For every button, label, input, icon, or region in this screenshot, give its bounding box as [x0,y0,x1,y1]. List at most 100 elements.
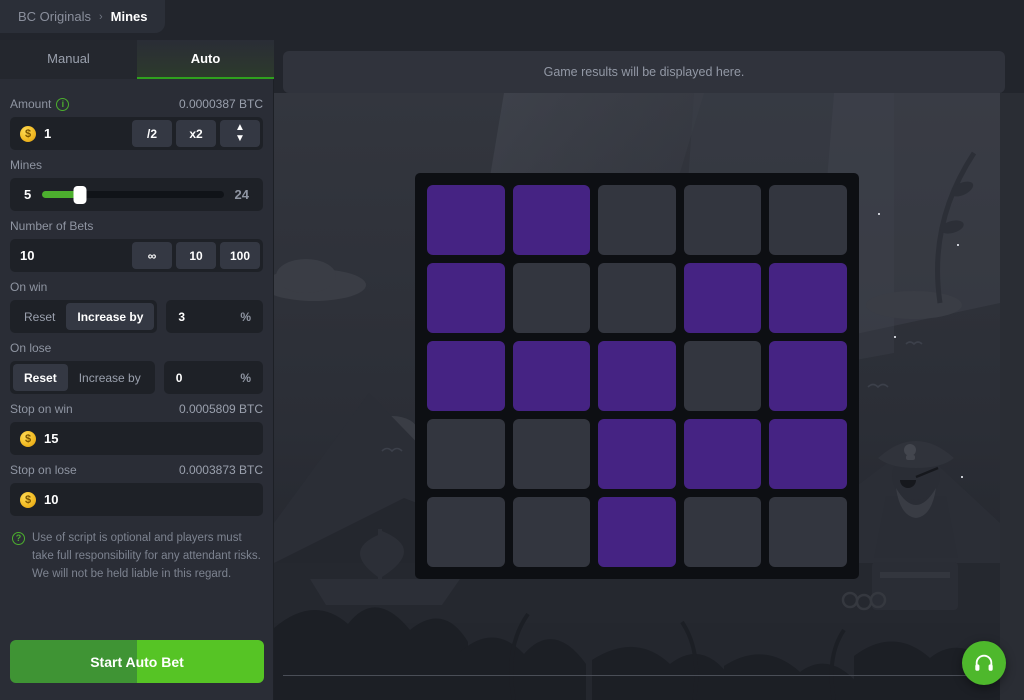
stop-on-lose-header: Stop on lose 0.0003873 BTC [10,463,263,477]
mines-header: Mines [10,158,263,172]
mines-slider-thumb[interactable] [74,186,87,204]
start-auto-bet-button[interactable]: Start Auto Bet [10,640,264,683]
tab-manual[interactable]: Manual [0,40,137,79]
on-lose-reset-option[interactable]: Reset [13,364,68,391]
on-lose-increase-option[interactable]: Increase by [68,364,152,391]
mines-cell-r3-c1[interactable] [427,341,505,411]
tab-auto[interactable]: Auto [137,40,274,79]
mines-cell-r5-c4[interactable] [684,497,762,567]
support-chat-button[interactable] [962,641,1006,685]
mines-cell-r5-c1[interactable] [427,497,505,567]
stop-on-lose-label: Stop on lose [10,463,77,477]
on-lose-percent-field[interactable]: 0 % [164,361,263,394]
amount-fiat-value: 0.0000387 BTC [179,97,263,111]
on-win-header: On win [10,280,263,294]
script-notice: ? Use of script is optional and players … [12,530,261,583]
mines-current-value: 5 [24,187,31,202]
on-win-percent-field[interactable]: 3 % [166,300,263,333]
mines-cell-r1-c5[interactable] [769,185,847,255]
scene-right-strip [1000,93,1024,700]
on-win-percent-value: 3 [178,310,185,324]
mines-cell-r5-c3[interactable] [598,497,676,567]
coin-icon: $ [20,492,36,508]
number-of-bets-label: Number of Bets [10,219,93,233]
on-win-options: Reset Increase by [10,300,157,333]
breadcrumb-bar: BC Originals › Mines [0,0,1024,40]
on-lose-options: Reset Increase by [10,361,155,394]
amount-header: Amount i 0.0000387 BTC [10,97,263,111]
coin-icon: $ [20,431,36,447]
mines-cell-r1-c2[interactable] [513,185,591,255]
mines-cell-r1-c4[interactable] [684,185,762,255]
amount-value: 1 [44,126,51,141]
number-of-bets-value: 10 [20,248,34,263]
on-lose-percent-unit: % [240,371,251,385]
mines-game-page: BC Originals › Mines Manual Auto Amount … [0,0,1024,700]
on-win-increase-option[interactable]: Increase by [66,303,154,330]
mines-cell-r2-c5[interactable] [769,263,847,333]
question-mark-icon: ? [12,532,25,545]
stop-on-win-row: $ 15 [10,422,263,455]
mines-cell-r3-c4[interactable] [684,341,762,411]
stop-on-lose-fiat-value: 0.0003873 BTC [179,463,263,477]
amount-input-row: $ 1 /2 x2 ▲▼ [10,117,263,150]
mines-slider[interactable] [42,191,223,198]
mines-label: Mines [10,158,42,172]
mines-cell-r3-c2[interactable] [513,341,591,411]
mines-cell-r3-c3[interactable] [598,341,676,411]
mines-grid[interactable] [415,173,859,579]
amount-label: Amount [10,97,51,111]
chevron-right-icon: › [99,11,103,23]
on-win-row: Reset Increase by 3 % [10,300,263,333]
mines-cell-r4-c1[interactable] [427,419,505,489]
script-notice-text: Use of script is optional and players mu… [32,530,261,583]
on-win-reset-option[interactable]: Reset [13,303,66,330]
mines-cell-r1-c1[interactable] [427,185,505,255]
mines-cell-r2-c2[interactable] [513,263,591,333]
on-lose-label: On lose [10,341,51,355]
bets-preset-10[interactable]: 10 [176,242,216,269]
mines-cell-r5-c2[interactable] [513,497,591,567]
stop-on-win-input[interactable]: $ 15 [10,422,263,455]
mines-cell-r2-c1[interactable] [427,263,505,333]
stop-on-win-header: Stop on win 0.0005809 BTC [10,402,263,416]
bottom-divider [283,675,999,676]
mines-cell-r2-c4[interactable] [684,263,762,333]
stop-on-lose-value: 10 [44,492,58,507]
number-of-bets-header: Number of Bets [10,219,263,233]
mines-cell-r4-c3[interactable] [598,419,676,489]
amount-stepper[interactable]: ▲▼ [220,120,260,147]
breadcrumb-current: Mines [111,9,148,24]
amount-halve-button[interactable]: /2 [132,120,172,147]
breadcrumb: BC Originals › Mines [0,0,165,33]
bets-preset-100[interactable]: 100 [220,242,260,269]
on-lose-percent-value: 0 [176,371,183,385]
mines-cell-r1-c3[interactable] [598,185,676,255]
on-lose-header: On lose [10,341,263,355]
mode-tabs: Manual Auto [0,40,274,79]
coin-icon: $ [20,126,36,142]
mines-cell-r3-c5[interactable] [769,341,847,411]
mines-cell-r4-c4[interactable] [684,419,762,489]
stop-on-win-label: Stop on win [10,402,73,416]
number-of-bets-input[interactable]: 10 [10,239,128,272]
amount-input[interactable]: $ 1 [10,117,128,150]
on-win-label: On win [10,280,47,294]
bets-preset-infinity[interactable]: ∞ [132,242,172,269]
info-icon[interactable]: i [56,98,69,111]
amount-double-button[interactable]: x2 [176,120,216,147]
mines-cell-r2-c3[interactable] [598,263,676,333]
mines-cell-r5-c5[interactable] [769,497,847,567]
mines-cell-r4-c2[interactable] [513,419,591,489]
game-results-bar: Game results will be displayed here. [283,51,1005,93]
stop-on-win-fiat-value: 0.0005809 BTC [179,402,263,416]
on-win-percent-unit: % [240,310,251,324]
game-area: Game results will be displayed here. [274,40,1024,700]
breadcrumb-root-link[interactable]: BC Originals [18,9,91,24]
headset-icon [973,652,995,674]
bet-control-panel: Manual Auto Amount i 0.0000387 BTC $ 1 /… [0,40,274,700]
mines-cell-r4-c5[interactable] [769,419,847,489]
on-lose-row: Reset Increase by 0 % [10,361,263,394]
stop-on-lose-input[interactable]: $ 10 [10,483,263,516]
panel-body: Amount i 0.0000387 BTC $ 1 /2 x2 ▲▼ Mine… [0,79,273,583]
